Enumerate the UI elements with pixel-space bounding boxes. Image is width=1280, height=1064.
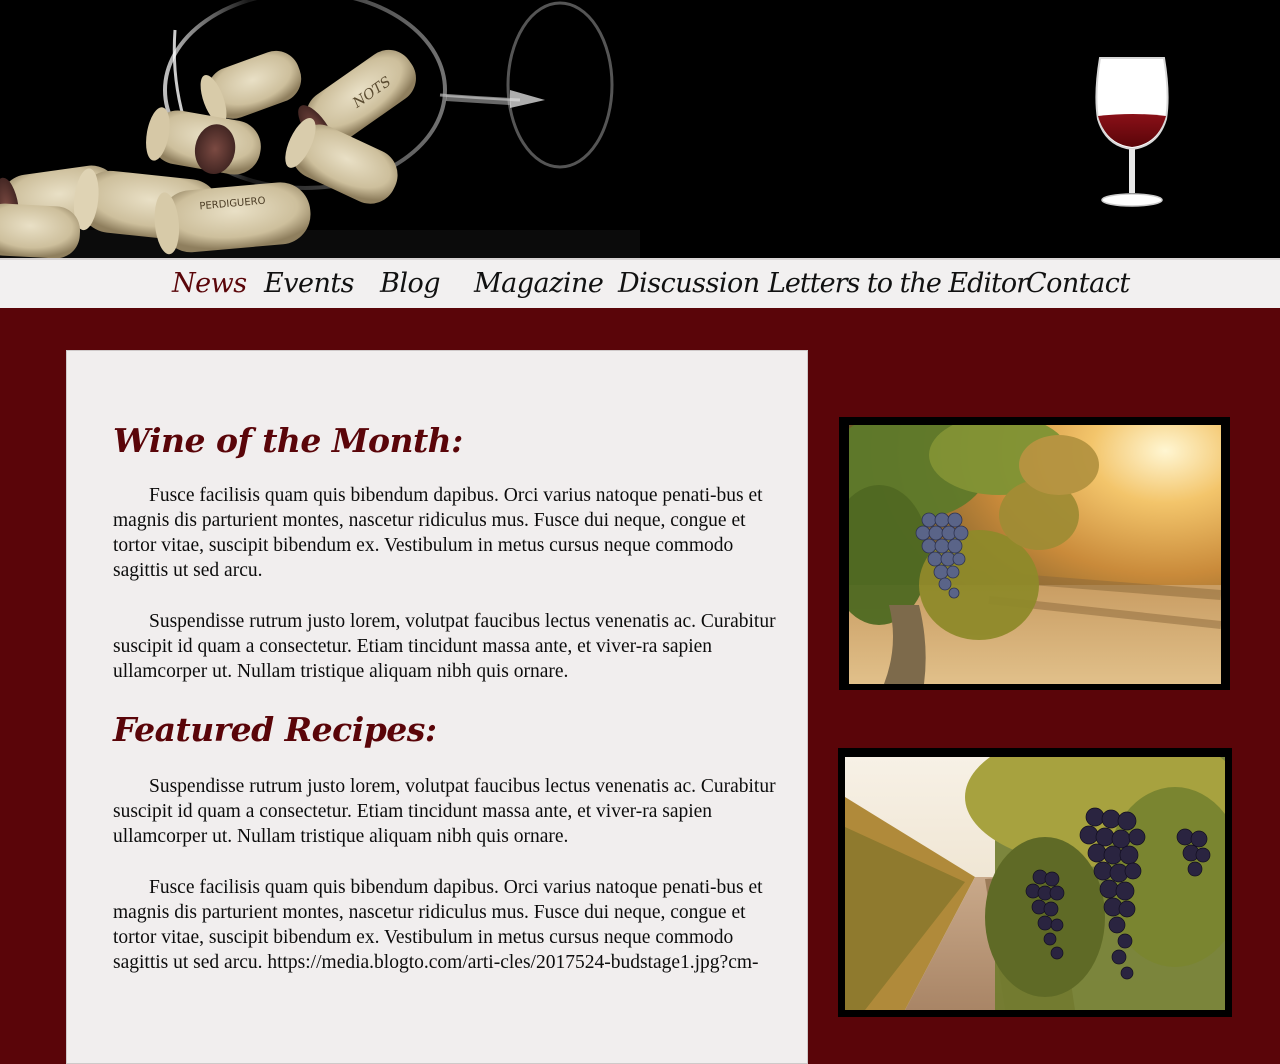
- nav-item-blog[interactable]: Blog: [380, 268, 441, 299]
- wine-paragraph-1: Fusce facilisis quam quis bibendum dapib…: [113, 485, 763, 581]
- vineyard-sunlight-grapes-photo: [839, 417, 1230, 690]
- recipe-paragraph-2: Fusce facilisis quam quis bibendum dapib…: [113, 877, 763, 973]
- corks-banner-image: NOTS PERDIGUERO: [0, 0, 1169, 258]
- nav-item-discussion[interactable]: Discussion: [618, 268, 760, 299]
- wine-of-the-month-heading: Wine of the Month:: [113, 421, 463, 460]
- red-wine-glass-icon: [1095, 57, 1169, 207]
- main-navigation: News Events Blog Magazine Discussion Let…: [0, 258, 1280, 308]
- vineyard-rows-grapes-photo: [838, 748, 1232, 1017]
- nav-item-events[interactable]: Events: [264, 268, 355, 299]
- featured-recipes-heading: Featured Recipes:: [113, 710, 437, 749]
- header-banner: NOTS PERDIGUERO: [0, 0, 1280, 258]
- nav-item-magazine[interactable]: Magazine: [474, 268, 604, 299]
- vineyard-sunlight-image: [849, 425, 1221, 684]
- recipe-paragraph-1: Suspendisse rutrum justo lorem, volutpat…: [113, 776, 776, 847]
- nav-item-news[interactable]: News: [172, 268, 247, 299]
- vineyard-rows-image: [845, 757, 1225, 1010]
- content-card: Wine of the Month: Fusce facilisis quam …: [66, 350, 808, 1064]
- corks-pile: NOTS PERDIGUERO: [0, 49, 416, 258]
- nav-item-contact[interactable]: Contact: [1026, 268, 1130, 299]
- nav-item-letters-to-the-editor[interactable]: Letters to the Editor: [768, 268, 1029, 299]
- wine-paragraph-2: Suspendisse rutrum justo lorem, volutpat…: [113, 611, 776, 682]
